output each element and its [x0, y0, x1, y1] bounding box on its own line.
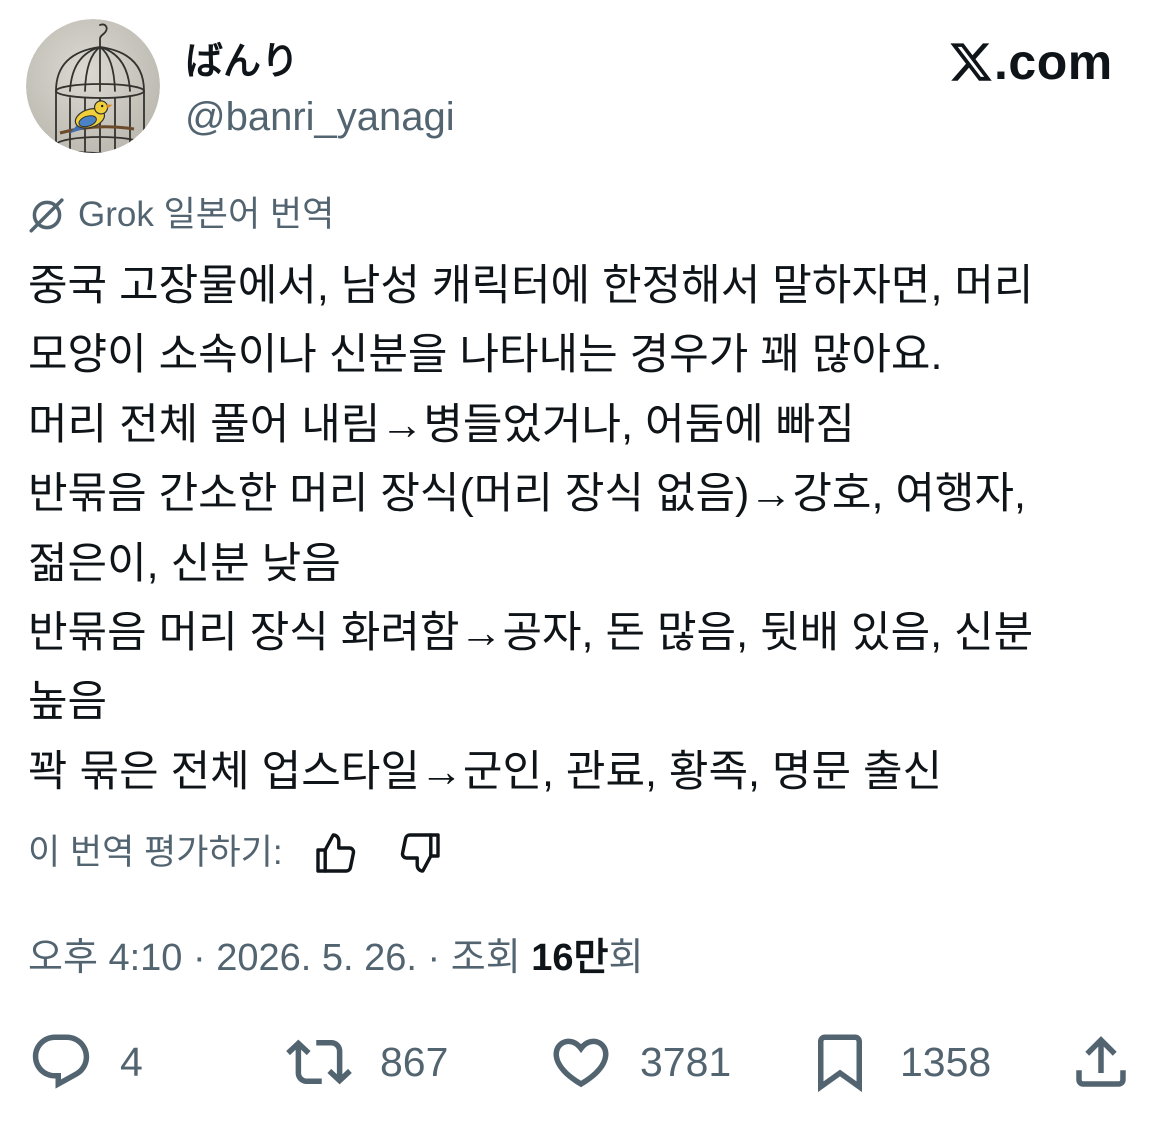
heart-icon[interactable]: [548, 1029, 614, 1095]
reply-count: 4: [120, 1039, 143, 1085]
tweet-text-line: 머리 전체 풀어 내림→병들었거나, 어둠에 빠짐: [28, 400, 855, 449]
x-logo-icon: [950, 43, 992, 81]
post-date[interactable]: 2026. 5. 26.: [216, 937, 417, 979]
tweet-page: { "colors": { "text": "#0f1419", "second…: [0, 0, 1170, 1143]
thumbs-down-button[interactable]: [396, 829, 444, 877]
translation-label: Grok 일본어 번역: [78, 195, 335, 234]
post-time[interactable]: 오후 4:10: [28, 937, 182, 979]
separator-dot: ·: [427, 937, 441, 979]
separator-dot: ·: [193, 937, 206, 979]
share-icon[interactable]: [1068, 1029, 1134, 1095]
view-count: 조회 16만회: [451, 937, 644, 979]
display-name[interactable]: ばんり: [185, 38, 299, 86]
thumbs-down-icon[interactable]: [396, 829, 444, 877]
like-button[interactable]: 3781: [548, 1029, 731, 1095]
user-handle[interactable]: @banri_yanagi: [185, 93, 455, 141]
tweet-text-line: 반묶음 머리 장식 화려함→공자, 돈 많음, 뒷배 있음, 신분: [28, 608, 1034, 657]
reply-icon[interactable]: [28, 1029, 94, 1095]
tweet-text-line: 꽉 묶은 전체 업스타일→군인, 관료, 황족, 명문 출신: [28, 747, 943, 796]
avatar[interactable]: [26, 19, 160, 153]
avatar-image[interactable]: [26, 19, 160, 153]
thumbs-up-button[interactable]: [312, 829, 360, 877]
bookmark-icon[interactable]: [807, 1029, 873, 1095]
share-button[interactable]: [1068, 1029, 1134, 1095]
views-count: 16만: [531, 937, 609, 979]
x-com-logo: .com: [948, 32, 1113, 92]
logo-text: .com: [994, 34, 1113, 90]
grok-icon: [26, 194, 68, 236]
bookmark-button[interactable]: 1358: [807, 1029, 991, 1095]
tweet-text: 중국 고장물에서, 남성 캐릭터에 한정해서 말하자면, 머리 모양이 소속이나…: [28, 252, 1033, 807]
grok-icon-svg: [29, 198, 64, 233]
views-suffix: 회: [608, 937, 644, 979]
tweet-text-line: 반묶음 간소한 머리 장식(머리 장식 없음)→강호, 여행자,: [28, 470, 1026, 519]
rate-translation-label: 이 번역 평가하기:: [28, 833, 283, 872]
like-count: 3781: [640, 1039, 732, 1085]
repost-button[interactable]: 867: [286, 1029, 448, 1095]
bookmark-count: 1358: [900, 1039, 992, 1085]
tweet-meta: 오후 4:10 · 2026. 5. 26. · 조회 16만회: [28, 934, 643, 982]
tweet-text-line: 높음: [28, 678, 108, 727]
views-label: 조회: [450, 937, 521, 979]
tweet-text-line: 모양이 소속이나 신분을 나타내는 경우가 꽤 많아요.: [28, 331, 943, 380]
repost-icon[interactable]: [286, 1029, 352, 1095]
tweet-text-line: 젊은이, 신분 낮음: [28, 539, 341, 588]
repost-count: 867: [380, 1039, 449, 1085]
timestamp-link[interactable]: 오후 4:10 · 2026. 5. 26.: [28, 937, 417, 979]
tweet-text-line: 중국 고장물에서, 남성 캐릭터에 한정해서 말하자면, 머리: [28, 262, 1034, 310]
thumbs-up-icon[interactable]: [312, 829, 360, 877]
reply-button[interactable]: 4: [28, 1029, 143, 1095]
